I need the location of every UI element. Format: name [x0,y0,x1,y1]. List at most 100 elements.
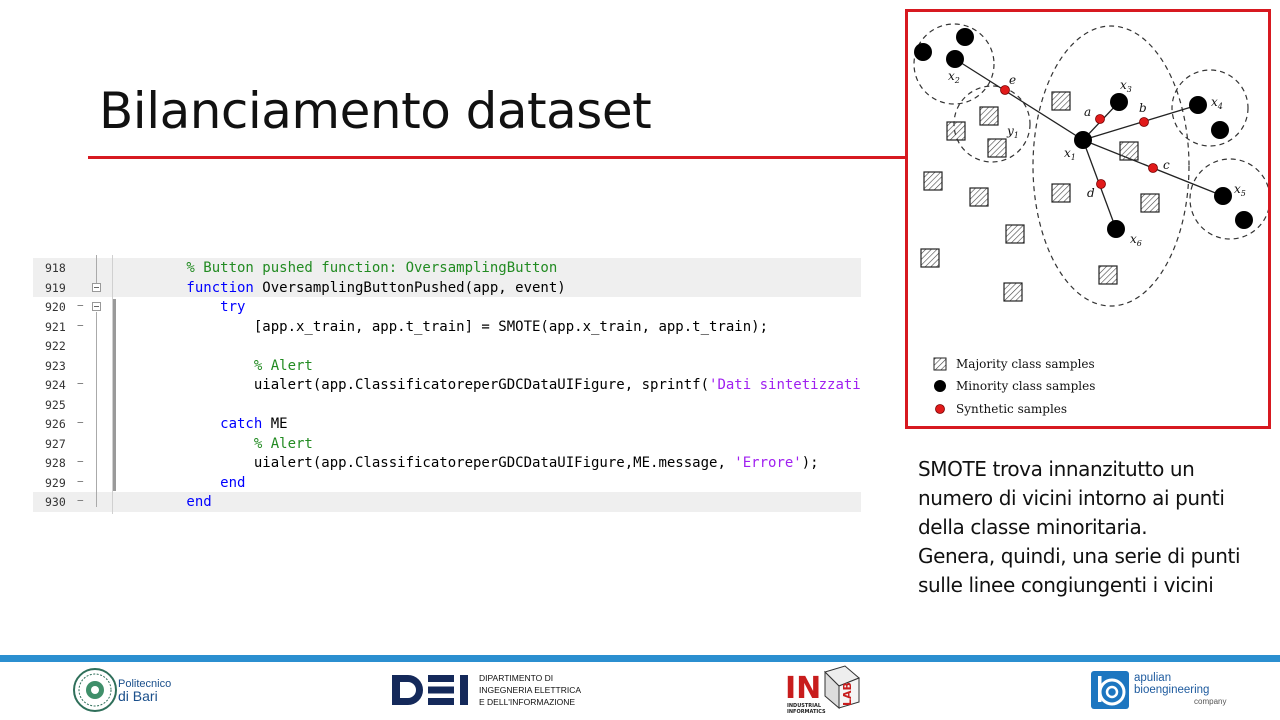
abc-line1: apulian [1134,672,1172,684]
description-line: SMOTE trova innanzitutto un [918,457,1195,481]
code-line: 925 [33,395,861,415]
minority-sample-x4 [1189,96,1207,114]
breakpoint-marker[interactable]: − [77,299,84,312]
smote-diagram: x2 y1 x1 x3 x4 x5 x6 e a b c d Majority … [913,23,1268,416]
code-text: % Button pushed function: OversamplingBu… [119,260,557,276]
synthetic-sample-b [1139,117,1149,127]
code-text: % Alert [119,358,313,374]
majority-sample [969,187,989,207]
code-text: % Alert [119,436,313,452]
line-number: 925 [45,397,66,412]
description-line: Genera, quindi, una serie di punti [918,544,1241,568]
abc-logo [1091,671,1129,709]
line-number: 926 [45,417,66,431]
breakpoint-marker[interactable]: − [77,455,84,468]
abc-logo-text: apulian bioengineering company [1134,672,1226,708]
line-number: 922 [45,339,66,353]
breakpoint-marker[interactable]: − [77,475,84,488]
footer-bar [0,655,1280,662]
code-line: 927 % Alert [33,434,861,454]
code-line: 929− end [33,473,861,493]
line-number: 928 [45,456,66,470]
majority-sample [1003,282,1023,302]
line-number: 924 [45,378,66,392]
label-x1: x1 [1064,146,1076,162]
abc-line3: company [1194,697,1227,706]
legend-majority-label: Majority class samples [956,357,1095,371]
minority-sample-x6 [1107,220,1125,238]
label-x3: x3 [1120,78,1132,94]
code-text: [app.x_train, app.t_train] = SMOTE(app.x… [119,319,768,335]
legend-majority-icon [933,357,947,371]
line-number: 930 [45,495,66,509]
minority-sample [914,43,932,61]
code-token: [app.x_train, app.t_train] = SMOTE(app.x… [119,318,769,335]
minority-sample [956,28,974,46]
code-line: 918 % Button pushed function: Oversampli… [33,258,861,278]
breakpoint-marker[interactable]: − [77,319,84,332]
label-y1: y1 [1006,124,1019,140]
label-x5: x5 [1234,182,1246,198]
code-line: 930− end [33,492,861,512]
minority-sample-x2 [946,50,964,68]
code-block-bar [113,299,116,491]
majority-sample [1005,224,1025,244]
code-text: end [119,475,245,491]
description-line: della classe minoritaria. [918,515,1148,539]
majority-sample [920,248,940,268]
line-number: 918 [45,261,66,275]
description-line: sulle linee congiungenti i vicini [918,573,1214,597]
code-fold-toggle[interactable] [92,282,101,292]
code-line: 924− uialert(app.ClassificatoreperGDCDat… [33,375,861,395]
legend-synthetic-icon [935,404,945,414]
synthetic-sample-d [1096,179,1106,189]
politecnico-logo-text: Politecnico di Bari [118,678,171,704]
legend-minority-icon [934,380,946,392]
title-underline [88,156,908,159]
code-token: end [119,494,212,510]
fold-guide-line [96,255,97,283]
code-token: uialert(app.ClassificatoreperGDCDataUIFi… [119,455,735,471]
code-text: try [119,299,245,315]
minority-sample-x5 [1214,187,1232,205]
code-text: end [119,494,212,510]
dei-line3: E DELL'INFORMAZIONE [479,697,576,707]
code-token: ); [801,455,819,471]
label-e: e [1009,73,1016,87]
code-token: % Button pushed function: OversamplingBu… [119,260,558,276]
code-token: uialert(app.ClassificatoreperGDCDataUIFi… [119,377,710,393]
code-token: ME [262,416,288,432]
dei-logo [392,675,468,705]
code-fold-toggle[interactable] [92,302,101,311]
code-editor-snippet: 918 % Button pushed function: Oversampli… [33,255,861,514]
majority-sample [979,106,999,126]
code-text: function OversamplingButtonPushed(app, e… [119,279,566,296]
figure-legend: Majority class samples Minority class sa… [933,357,1095,416]
svg-text:IN: IN [785,671,821,706]
code-token: OversamplingButtonPushed(app, event) [253,279,566,296]
label-x4: x4 [1211,95,1223,111]
minority-sample [1235,211,1253,229]
code-line: 919 function OversamplingButtonPushed(ap… [33,277,861,297]
dei-line1: DIPARTIMENTO DI [479,673,554,683]
code-token: 'Errore' [734,455,802,471]
breakpoint-marker[interactable]: − [77,377,84,390]
slide-title: Bilanciamento dataset [99,82,652,140]
code-token: try [119,299,246,315]
code-token: % Alert [119,357,313,374]
breakpoint-marker[interactable]: − [77,416,84,429]
majority-sample [923,171,943,191]
description-line: numero di vicini intorno ai punti [918,486,1225,510]
synthetic-sample-a [1095,114,1105,124]
line-number: 921 [45,319,66,334]
breakpoint-marker[interactable]: − [77,494,84,507]
code-line: 922 [33,336,861,356]
dei-line2: INGEGNERIA ELETTRICA [479,685,582,695]
politecnico-seal-logo [73,668,117,712]
politecnico-line2: di Bari [118,688,158,704]
majority-sample [987,138,1007,158]
code-token: function [119,279,254,296]
code-line: 921− [app.x_train, app.t_train] = SMOTE(… [33,317,861,337]
code-token: % Alert [119,435,313,452]
majority-sample [1119,141,1139,161]
